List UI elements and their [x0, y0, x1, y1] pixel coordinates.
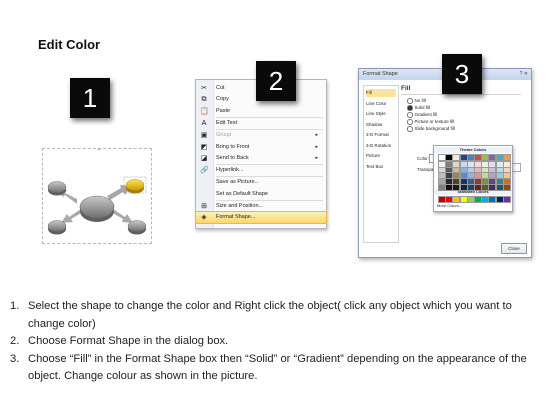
fill-option-radio[interactable]: Slide background fill: [407, 126, 455, 132]
category-list: Fill Line Color Line Style Shadow 3-D Format…: [363, 85, 399, 243]
shape-diagram-panel: [42, 146, 152, 244]
fill-option-label: No fill: [414, 98, 426, 103]
instruction-item: 3. Choose “Fill” in the Format Shape box…: [10, 351, 550, 386]
standard-color-swatch[interactable]: [502, 196, 511, 203]
menu-item-label: Save as Picture...: [216, 179, 260, 186]
fill-option-radio[interactable]: Solid fill: [407, 105, 430, 111]
menu-item-size-and-position[interactable]: ⊞ Size and Position...: [196, 201, 326, 212]
category-item[interactable]: Picture: [366, 152, 396, 160]
category-item[interactable]: Shadow: [366, 121, 396, 129]
fill-option-radio[interactable]: No fill: [407, 98, 426, 104]
shape-diagram: [47, 146, 147, 235]
arrow-bottom-left: [61, 209, 83, 223]
dialog-window-buttons[interactable]: ? ✕: [520, 71, 528, 77]
menu-item-label: Size and Position...: [216, 203, 264, 209]
close-button[interactable]: Close: [501, 243, 527, 254]
menu-item-label: Format Shape...: [216, 214, 256, 221]
radio-button-icon[interactable]: [407, 112, 413, 118]
step-3-badge: 3: [442, 54, 482, 94]
theme-color-swatch[interactable]: [502, 154, 511, 161]
menu-item-edit-text[interactable]: A Edit Text: [196, 118, 326, 129]
radio-button-icon[interactable]: [407, 105, 413, 111]
theme-color-swatch[interactable]: [502, 183, 511, 191]
size-position-icon: ⊞: [201, 203, 207, 210]
menu-item-label: Paste: [216, 107, 231, 114]
fill-option-label: Slide background fill: [414, 126, 455, 131]
fill-option-label: Gradient fill: [414, 112, 438, 117]
fill-option-label: Picture or texture fill: [414, 119, 455, 124]
menu-item-format-shape[interactable]: ◈ Format Shape...: [195, 211, 327, 225]
scissors-icon: ✂: [201, 85, 207, 92]
menu-item-label: Edit Text: [216, 119, 237, 126]
edit-text-icon: A: [201, 119, 207, 127]
center-shape[interactable]: [79, 195, 115, 219]
submenu-arrow-icon: ▸: [315, 154, 318, 161]
category-item[interactable]: Line Color: [366, 100, 396, 108]
bottom-left-shape[interactable]: [47, 220, 67, 232]
transparency-label: Transpa: [417, 167, 434, 172]
instruction-number: 1.: [10, 300, 20, 312]
menu-item-label: Cut: [216, 85, 225, 91]
radio-button-icon[interactable]: [407, 98, 413, 104]
menu-item-label: Group: [216, 132, 232, 139]
divider: [401, 94, 521, 95]
category-item[interactable]: Line Style: [366, 110, 396, 118]
top-left-shape[interactable]: [47, 181, 67, 193]
format-shape-icon: ◈: [201, 214, 207, 222]
step-2-badge: 2: [256, 61, 296, 101]
color-palette: Theme Colors Standard Colors More Colors…: [433, 145, 513, 212]
menu-item-label: Set as Default Shape: [216, 190, 268, 197]
paste-icon: 📋: [200, 107, 209, 115]
menu-item-label: Bring to Front: [216, 143, 250, 150]
radio-button-icon[interactable]: [407, 119, 413, 125]
instruction-number: 3.: [10, 352, 20, 365]
step-1-badge: 1: [70, 78, 110, 118]
instruction-text: Select the shape to change the color and…: [28, 300, 512, 330]
page-title: Edit Color: [38, 37, 101, 52]
menu-item-send-to-back[interactable]: ◪ Send to Back ▸: [196, 153, 326, 164]
fill-option-label: Solid fill: [414, 105, 431, 110]
instruction-item: 2. Choose Format Shape in the dialog box…: [10, 333, 550, 351]
instruction-number: 2.: [10, 335, 20, 347]
category-item[interactable]: 3-D Format: [366, 131, 396, 139]
copy-icon: ⧉: [201, 96, 207, 104]
menu-item-save-as-picture[interactable]: Save as Picture...: [196, 177, 326, 188]
arrow-bottom-right: [111, 209, 133, 223]
color-label: Color:: [417, 156, 430, 161]
menu-item-label: Copy: [216, 96, 229, 103]
hyperlink-icon: 🔗: [200, 167, 209, 175]
fill-heading: Fill: [401, 85, 411, 92]
menu-item-set-as-default-shape[interactable]: Set as Default Shape: [196, 189, 326, 200]
instruction-text: Choose “Fill” in the Format Shape box th…: [28, 352, 527, 383]
category-item[interactable]: Fill: [366, 89, 396, 97]
fill-option-radio[interactable]: Gradient fill: [407, 112, 437, 118]
send-back-icon: ◪: [200, 154, 208, 162]
submenu-arrow-icon: ▸: [315, 132, 318, 139]
category-item[interactable]: Text Box: [366, 163, 396, 171]
menu-item-label: Send to Back: [216, 154, 249, 161]
instruction-item: 1. Select the shape to change the color …: [10, 298, 550, 333]
category-item[interactable]: 3-D Rotation: [366, 142, 396, 150]
context-menu: ✂ Cut ⧉ Copy 📋 Paste A Edit Text ▣ Group ▸ ◩ Bring t…: [195, 79, 327, 229]
menu-item-paste[interactable]: 📋 Paste: [196, 106, 326, 117]
instructions-list: 1. Select the shape to change the color …: [10, 298, 550, 386]
bring-front-icon: ◩: [200, 143, 208, 151]
selected-shape[interactable]: [125, 179, 145, 191]
menu-item-label: Hyperlink...: [216, 167, 244, 174]
bottom-right-shape[interactable]: [127, 220, 147, 232]
group-icon: ▣: [200, 132, 208, 140]
menu-item-group[interactable]: ▣ Group ▸: [196, 130, 326, 141]
fill-option-radio[interactable]: Picture or texture fill: [407, 119, 454, 125]
more-colors-link[interactable]: More Colors...: [437, 203, 462, 208]
selection-handle[interactable]: [97, 146, 101, 150]
theme-colors-heading: Theme Colors: [434, 147, 512, 153]
instruction-text: Choose Format Shape in the dialog box.: [28, 335, 229, 347]
dialog-title: Format Shape: [363, 71, 398, 77]
menu-item-hyperlink[interactable]: 🔗 Hyperlink...: [196, 165, 326, 176]
submenu-arrow-icon: ▸: [315, 143, 318, 150]
radio-button-icon[interactable]: [407, 126, 413, 132]
menu-item-bring-to-front[interactable]: ◩ Bring to Front ▸: [196, 142, 326, 153]
